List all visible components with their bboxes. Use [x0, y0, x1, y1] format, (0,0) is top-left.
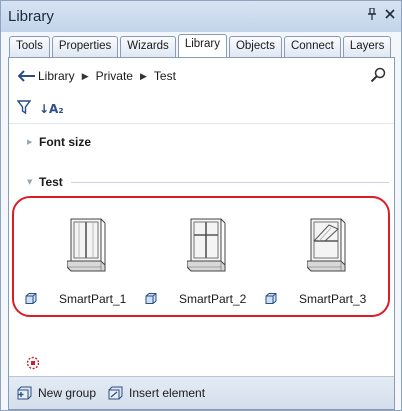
library-item[interactable]: SmartPart_3 — [265, 217, 385, 307]
crumb-library[interactable]: Library — [38, 69, 75, 83]
tab-wizards[interactable]: Wizards — [120, 36, 176, 57]
library-toolbar: ↓A₂ — [9, 94, 394, 124]
tab-properties[interactable]: Properties — [51, 36, 119, 57]
new-group-label: New group — [38, 386, 97, 400]
title-bar[interactable]: Library — [1, 1, 401, 32]
tab-objects[interactable]: Objects — [228, 36, 282, 57]
breadcrumb: Library ▶ Private ▶ Test — [9, 58, 394, 94]
tab-library[interactable]: Library — [177, 34, 227, 57]
close-icon[interactable] — [385, 8, 395, 22]
library-item[interactable]: SmartPart_1 — [25, 217, 145, 307]
crumb-separator-icon: ▶ — [139, 70, 147, 81]
library-panel: Library ▶ Private ▶ Test ↓A₂ ▶ Font size… — [8, 57, 395, 410]
new-group-icon — [17, 386, 32, 400]
tab-connect[interactable]: Connect — [283, 36, 341, 57]
item-label: SmartPart_2 — [179, 292, 247, 306]
tab-tools[interactable]: Tools — [9, 36, 50, 57]
crumb-test[interactable]: Test — [154, 69, 176, 83]
item-label: SmartPart_1 — [59, 292, 127, 306]
filter-icon[interactable] — [16, 100, 32, 117]
sort-az-icon[interactable]: ↓A₂ — [39, 102, 64, 116]
new-group-button[interactable]: New group — [17, 386, 96, 400]
item-label: SmartPart_3 — [299, 292, 367, 306]
crumb-private[interactable]: Private — [96, 69, 133, 83]
chevron-down-icon: ▼ — [27, 178, 33, 186]
search-icon[interactable] — [370, 67, 386, 86]
insert-element-button[interactable]: Insert element — [108, 386, 205, 400]
smartpart-cube-icon — [25, 293, 37, 307]
window-title: Library — [8, 8, 54, 25]
group-divider — [70, 181, 389, 183]
group-font-size[interactable]: ▶ Font size — [27, 135, 389, 149]
tab-layers[interactable]: Layers — [342, 36, 392, 57]
window-cross-icon — [186, 217, 227, 278]
insert-element-label: Insert element — [129, 386, 206, 400]
chevron-right-icon: ▶ — [27, 138, 33, 146]
back-arrow-icon[interactable] — [18, 70, 38, 82]
crumb-separator-icon: ▶ — [81, 70, 89, 81]
pin-icon[interactable] — [367, 7, 377, 23]
insert-element-icon — [108, 386, 123, 400]
snap-point-icon[interactable] — [26, 356, 40, 373]
smartpart-cube-icon — [265, 293, 277, 307]
smartpart-cube-icon — [145, 293, 157, 307]
group-label: Test — [39, 175, 63, 189]
tab-strip: Tools Properties Wizards Library Objects… — [9, 34, 393, 57]
window-sash-icon — [66, 217, 107, 278]
library-window: Library Tools Properties Wizards Library… — [0, 0, 402, 411]
library-item[interactable]: SmartPart_2 — [145, 217, 265, 307]
group-label: Font size — [39, 135, 92, 149]
window-open-icon — [306, 217, 347, 278]
group-test[interactable]: ▼ Test — [27, 175, 389, 189]
footer-toolbar: New group Insert element — [9, 376, 394, 409]
